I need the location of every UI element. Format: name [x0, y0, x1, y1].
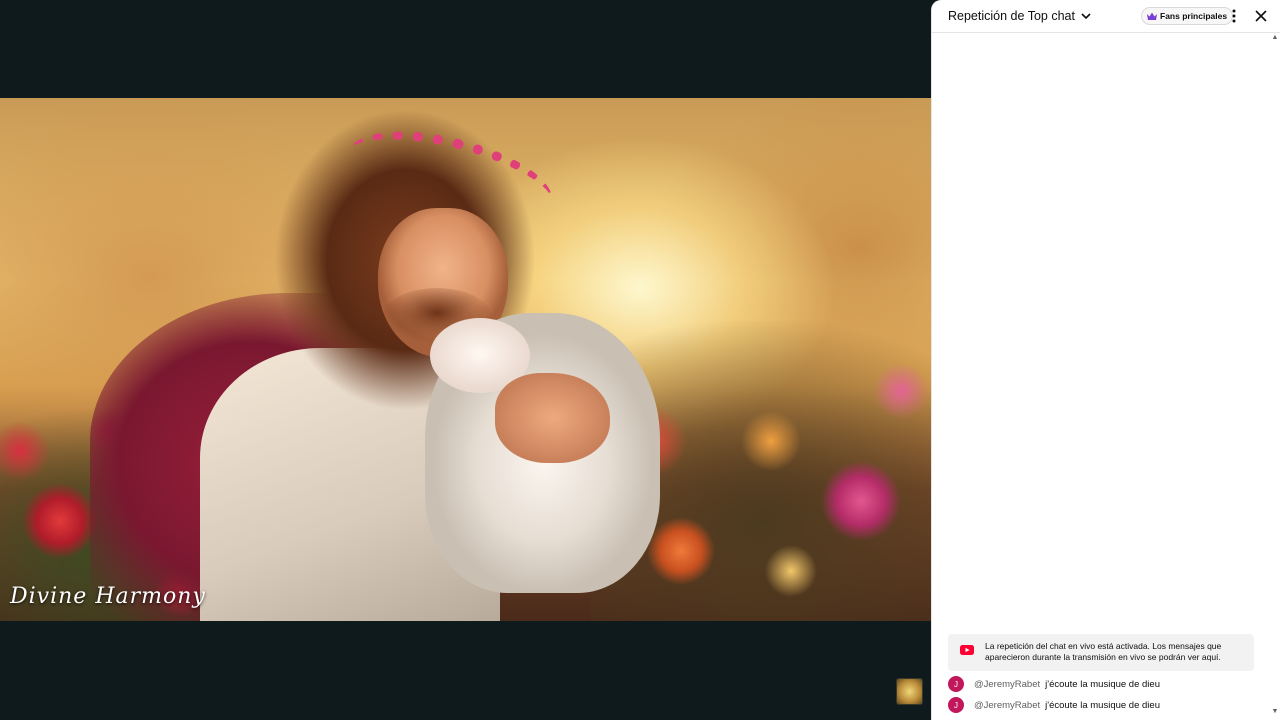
chat-header: Repetición de Top chat Fans principales [932, 0, 1280, 33]
youtube-icon [960, 645, 974, 655]
scroll-up-arrow-icon[interactable]: ▲ [1270, 34, 1280, 44]
chat-message[interactable]: J @JeremyRabet j'écoute la musique de di… [948, 675, 1160, 693]
avatar[interactable]: J [948, 697, 964, 713]
more-options-button[interactable] [1226, 8, 1242, 24]
chat-replay-notice: La repetición del chat en vivo está acti… [948, 634, 1254, 671]
scroll-down-arrow-icon[interactable]: ▼ [1270, 708, 1280, 718]
chat-message[interactable]: J @JeremyRabet j'écoute la musique de di… [948, 696, 1160, 714]
more-vert-icon [1232, 9, 1236, 23]
channel-thumbnail[interactable] [896, 678, 923, 705]
live-chat-panel: Repetición de Top chat Fans principales … [931, 0, 1280, 720]
fans-chip-label: Fans principales [1160, 11, 1228, 21]
message-text: j'écoute la musique de dieu [1045, 699, 1160, 711]
chat-replay-notice-text: La repetición del chat en vivo está acti… [985, 641, 1222, 662]
chevron-down-icon [1081, 13, 1091, 20]
video-player[interactable]: Divine Harmony [0, 0, 931, 720]
chat-title-label: Repetición de Top chat [948, 9, 1075, 23]
fans-principales-chip[interactable]: Fans principales [1141, 7, 1234, 25]
avatar[interactable]: J [948, 676, 964, 692]
message-author[interactable]: @JeremyRabet [974, 679, 1040, 690]
crown-icon [1147, 12, 1157, 20]
figure-hand [495, 373, 610, 463]
video-overlay-title: Divine Harmony [10, 584, 206, 609]
message-author[interactable]: @JeremyRabet [974, 700, 1040, 711]
chat-mode-dropdown[interactable]: Repetición de Top chat [948, 9, 1093, 23]
video-frame[interactable]: Divine Harmony [0, 98, 931, 621]
close-icon [1255, 10, 1267, 22]
message-text: j'écoute la musique de dieu [1045, 678, 1160, 690]
close-chat-button[interactable] [1253, 8, 1269, 24]
